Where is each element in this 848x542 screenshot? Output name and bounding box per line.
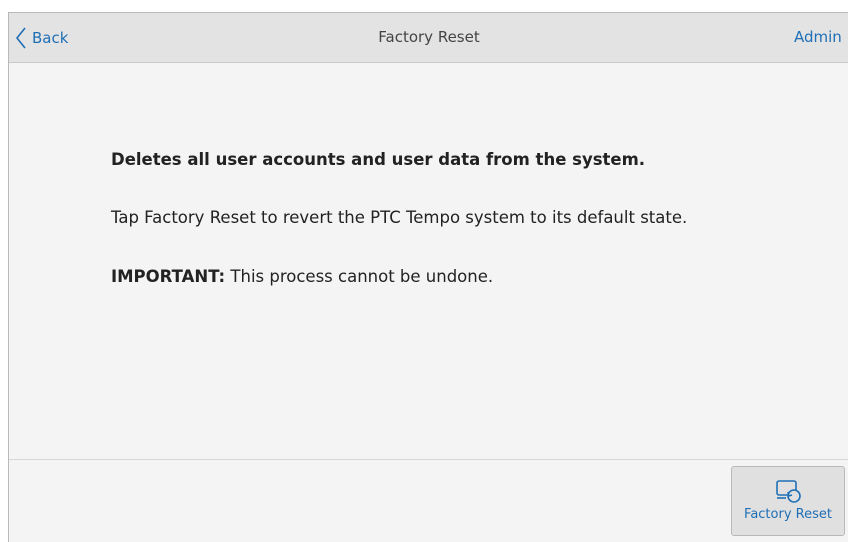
factory-reset-screen: Back Factory Reset Admin Deletes all use… <box>8 12 848 542</box>
important-text: This process cannot be undone. <box>225 267 494 286</box>
factory-reset-button[interactable]: Factory Reset <box>731 466 845 536</box>
footer-bar: Factory Reset <box>9 460 848 542</box>
top-bar: Back Factory Reset Admin <box>9 13 848 63</box>
factory-reset-button-label: Factory Reset <box>744 507 832 522</box>
important-note: IMPORTANT: This process cannot be undone… <box>111 267 811 286</box>
important-label: IMPORTANT: <box>111 267 226 286</box>
page-title: Factory Reset <box>378 28 480 46</box>
reset-description: Deletes all user accounts and user data … <box>111 150 811 286</box>
instruction-text: Tap Factory Reset to revert the PTC Temp… <box>111 208 688 227</box>
device-reset-icon <box>776 480 801 503</box>
admin-link[interactable]: Admin <box>794 28 842 46</box>
warning-heading: Deletes all user accounts and user data … <box>111 150 646 169</box>
